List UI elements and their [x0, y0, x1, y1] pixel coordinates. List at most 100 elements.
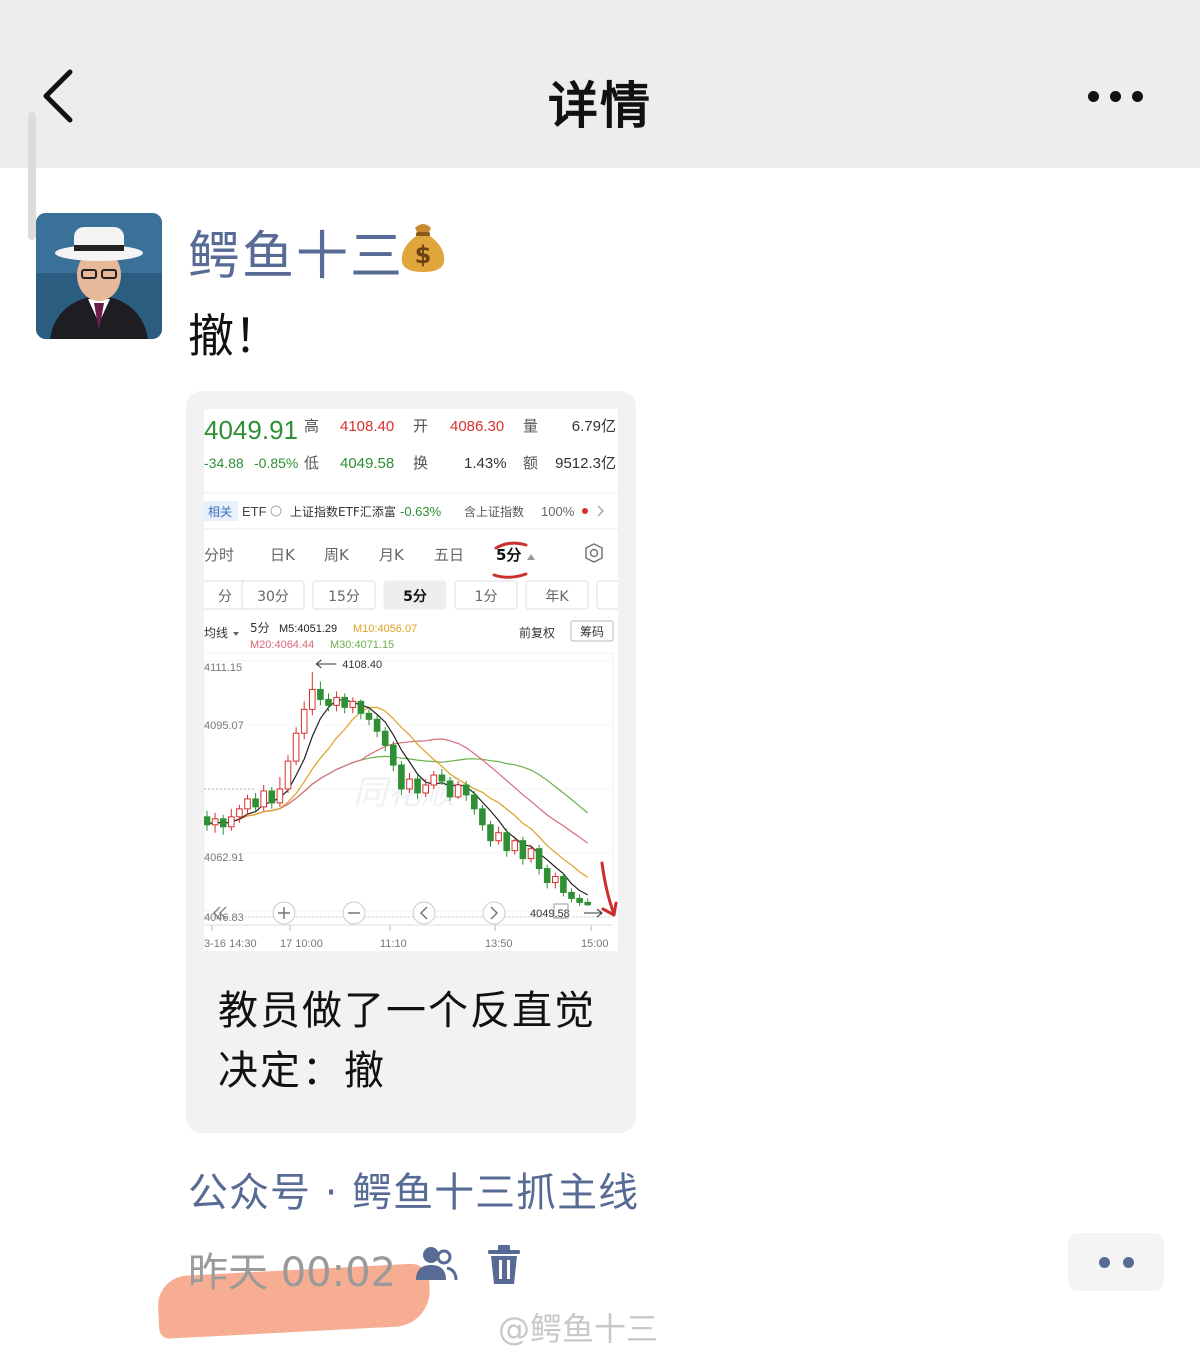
chips-button[interactable]: 筹码	[580, 625, 604, 639]
y-tick-label: 4095.07	[204, 720, 244, 732]
tab-5[interactable]: 5分	[496, 546, 521, 564]
tab-2[interactable]: 周K	[324, 546, 350, 564]
candle	[373, 715, 381, 738]
post-text: 撤！	[188, 309, 280, 363]
candle	[487, 820, 494, 847]
etf-name[interactable]: 上证指数ETF汇添富	[290, 504, 396, 519]
tab-3[interactable]: 月K	[379, 546, 405, 564]
change: -34.88	[204, 455, 244, 471]
stock-chart-image: 4049.91 -34.88 -0.85% 高 4108.40 开 4086.3…	[204, 415, 618, 950]
candle	[276, 777, 284, 807]
svg-text:$: $	[415, 241, 432, 269]
candle	[341, 693, 348, 714]
zoom-out-icon[interactable]	[342, 901, 366, 925]
shared-article-card[interactable]: 4049.91 -34.88 -0.85% 高 4108.40 开 4086.3…	[186, 391, 636, 1133]
max-annotation: 4108.40	[342, 659, 382, 671]
period-button-4[interactable]: 1分	[454, 580, 518, 610]
candle	[325, 693, 332, 712]
candle	[292, 727, 300, 766]
candle	[471, 790, 478, 815]
zoom-in-icon[interactable]	[272, 901, 296, 925]
x-tick-label: 17 10:00	[280, 938, 323, 950]
turnover-label: 换	[413, 454, 428, 472]
y-tick-label: 4062.91	[204, 852, 244, 864]
period-button-3[interactable]: 5分	[383, 580, 447, 610]
period-button-5[interactable]: 年K	[525, 580, 589, 610]
etf-tag: 相关	[208, 505, 232, 519]
candle	[560, 872, 567, 897]
top-nav-bar: 详情	[0, 0, 1200, 168]
amount-label: 额	[523, 454, 538, 472]
comment-button[interactable]	[1068, 1233, 1164, 1291]
money-bag-icon: $	[401, 224, 445, 272]
page-title: 详情	[548, 77, 652, 135]
more-button[interactable]	[1088, 88, 1144, 108]
source-account-link[interactable]: 公众号 · 鳄鱼十三抓主线	[188, 1160, 639, 1218]
trash-icon[interactable]	[486, 1244, 522, 1286]
period-label-3: 5分	[403, 589, 427, 605]
candle	[503, 828, 510, 857]
avatar[interactable]	[36, 213, 162, 339]
avatar-image	[36, 213, 162, 339]
tab-1[interactable]: 日K	[270, 546, 296, 564]
open-label: 开	[413, 417, 428, 435]
candle	[479, 804, 486, 831]
pan-left-icon[interactable]	[412, 901, 436, 925]
period-label-1: 30分	[257, 589, 289, 605]
weibo-watermark: @鳄鱼十三	[498, 1310, 659, 1348]
high-label: 高	[304, 417, 319, 435]
y-tick-label: 4046.83	[204, 912, 244, 924]
indicator-select[interactable]: 均线	[204, 626, 228, 640]
candle	[495, 826, 502, 845]
open-value: 4086.30	[450, 418, 504, 435]
amount-value: 9512.3亿	[555, 455, 616, 472]
friends-visibility-icon[interactable]	[414, 1244, 458, 1284]
ma30-value: M30:4071.15	[330, 639, 394, 651]
etf-label: ETF	[242, 504, 267, 519]
candle	[228, 808, 235, 831]
pan-right-icon[interactable]	[482, 901, 506, 925]
period-button-1[interactable]: 30分	[241, 580, 305, 610]
y-tick-label: 4111.15	[204, 662, 242, 674]
candle	[204, 810, 211, 831]
candle	[543, 864, 551, 889]
chart-settings-icon[interactable]	[585, 543, 603, 563]
candle	[268, 786, 276, 809]
volume-label: 量	[523, 417, 538, 435]
tab-0[interactable]: 分时	[204, 546, 234, 564]
turnover-value: 1.43%	[464, 455, 507, 472]
x-tick-label: 13:50	[485, 938, 513, 950]
candle	[568, 888, 575, 903]
change-pct: -0.85%	[254, 455, 298, 471]
stock-screenshot: 4049.91 -34.88 -0.85% 高 4108.40 开 4086.3…	[204, 409, 618, 951]
tab-4[interactable]: 五日	[434, 546, 464, 564]
candle	[309, 671, 316, 716]
candle	[584, 898, 591, 907]
candle	[446, 777, 454, 801]
price: 4049.91	[204, 415, 298, 445]
candle	[519, 836, 527, 865]
candle	[576, 894, 583, 907]
candle	[454, 781, 462, 799]
candle	[219, 814, 227, 835]
username[interactable]: 鳄鱼十三	[188, 214, 404, 289]
etf-weight: 100%	[541, 504, 575, 519]
ma20-value: M20:4064.44	[250, 639, 314, 651]
candle	[552, 872, 559, 889]
candle	[462, 781, 470, 801]
candle	[333, 691, 340, 712]
period-button-2[interactable]: 15分	[312, 580, 376, 610]
candle	[357, 699, 365, 720]
candle	[244, 794, 251, 815]
candle	[211, 812, 219, 833]
volume-value: 6.79亿	[572, 418, 616, 435]
ma10-value: M10:4056.07	[353, 623, 417, 635]
indicator-period: 5分	[250, 621, 270, 635]
adjust-label[interactable]: 前复权	[519, 625, 555, 640]
sort-caret-icon	[527, 554, 535, 560]
x-tick-label: 11:10	[380, 938, 407, 950]
high-value: 4108.40	[340, 418, 394, 435]
post-time: 昨天 00:02	[188, 1250, 396, 1296]
candle	[349, 697, 357, 714]
scroll-indicator	[28, 112, 36, 240]
